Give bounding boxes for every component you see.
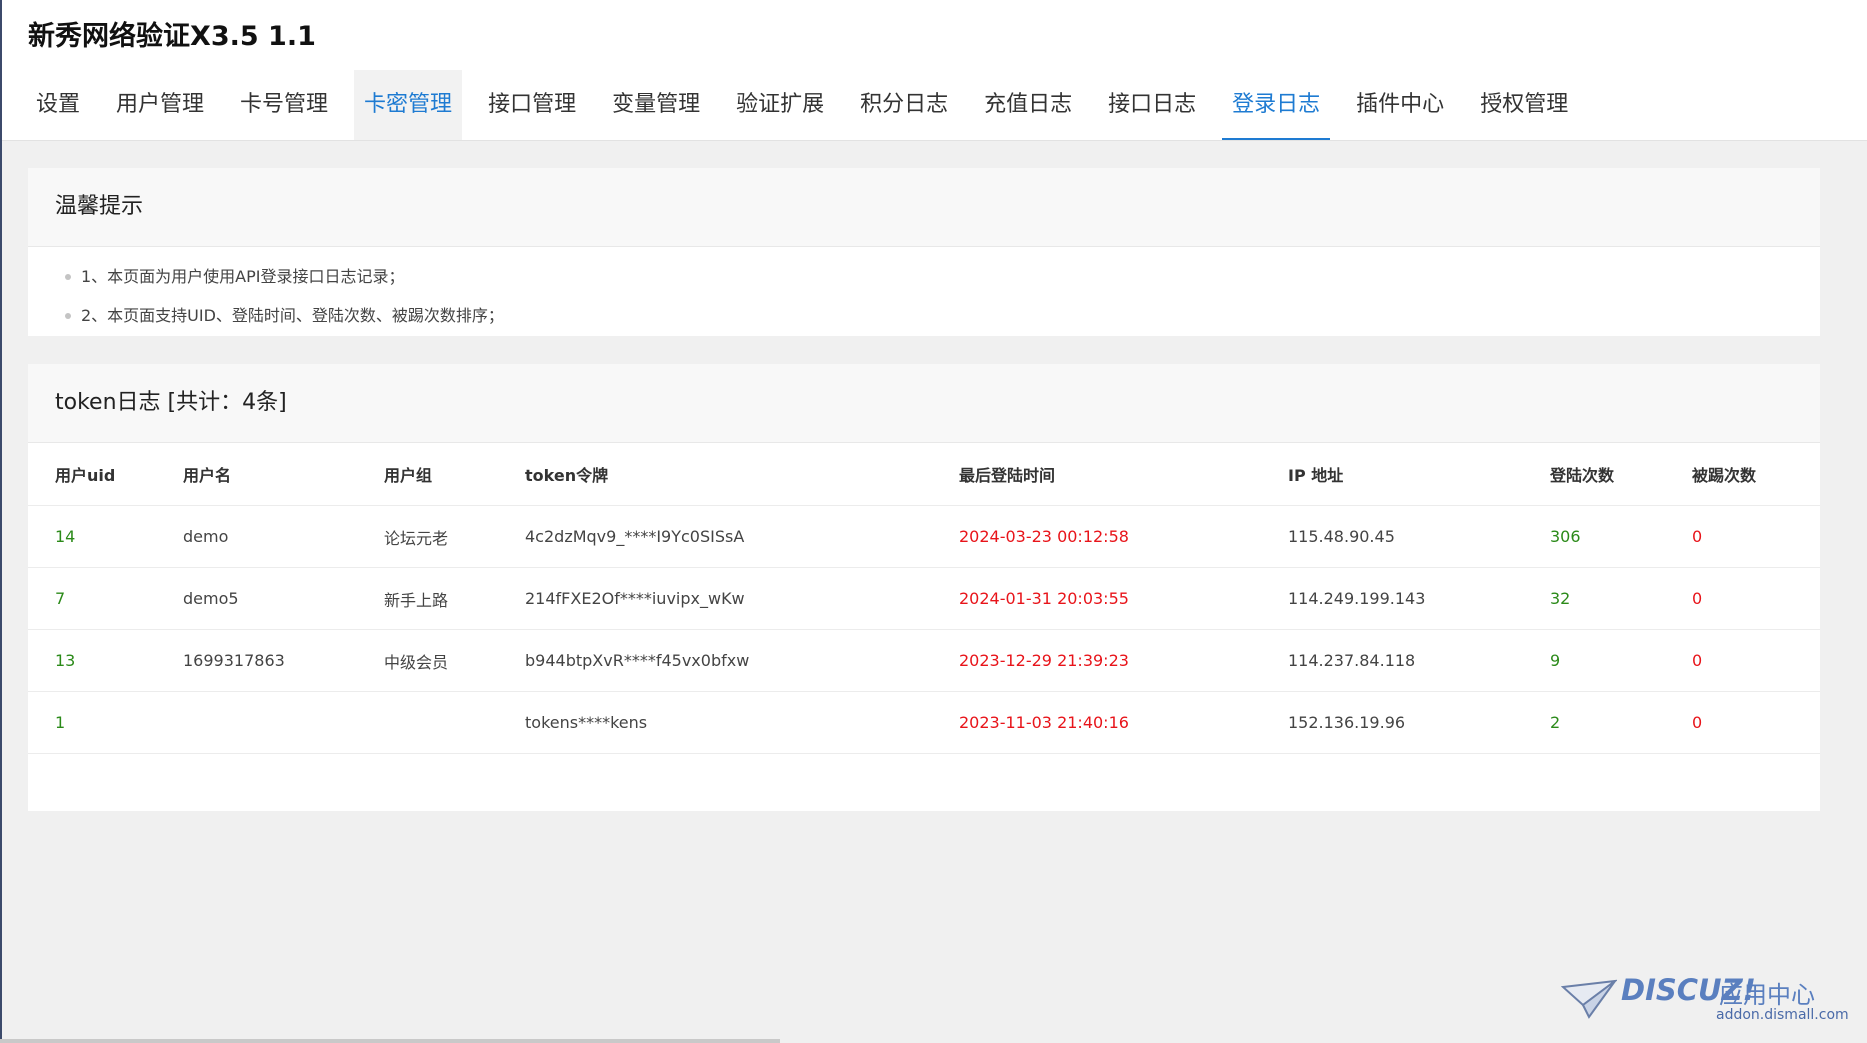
token-log-title: token日志 [共计：4条] — [28, 364, 1820, 443]
tips-list: 1、本页面为用户使用API登录接口日志记录； 2、本页面支持UID、登陆时间、登陆… — [28, 247, 1820, 335]
horizontal-scrollbar[interactable] — [0, 1039, 780, 1043]
column-header-group[interactable]: 用户组 — [384, 443, 525, 506]
table-body: 14 demo 论坛元老 4c2dzMqv9_****I9Yc0SISsA 2024-0… — [28, 505, 1820, 816]
nav-tab-11[interactable]: 插件中心 — [1346, 70, 1454, 140]
cell-last-login: 2023-11-03 21:40:16 — [959, 691, 1288, 754]
column-header-uid[interactable]: 用户uid — [28, 443, 183, 506]
nav-tab-7[interactable]: 积分日志 — [850, 70, 958, 140]
token-log-table: 用户uid 用户名 用户组 token令牌 最后登陆时间 IP 地址 登陆次数 被踢次数 14… — [28, 443, 1820, 815]
table-row: 14 demo 论坛元老 4c2dzMqv9_****I9Yc0SISsA 2024-0… — [28, 505, 1820, 568]
cell-login-count: 9 — [1550, 629, 1692, 692]
tip-item: 2、本页面支持UID、登陆时间、登陆次数、被踢次数排序； — [65, 296, 1820, 335]
cell-username: demo5 — [183, 567, 384, 630]
cell-username: 1699317863 — [183, 629, 384, 692]
column-header-token[interactable]: token令牌 — [525, 443, 959, 506]
cell-login-count: 2 — [1550, 691, 1692, 754]
column-header-ip[interactable]: IP 地址 — [1288, 443, 1550, 506]
app-title: 新秀网络验证X3.5 1.1 — [28, 21, 316, 52]
cell-uid: 14 — [28, 505, 183, 568]
cell-ip: 114.249.199.143 — [1288, 567, 1550, 630]
cell-ip: 114.237.84.118 — [1288, 629, 1550, 692]
tip-item: 1、本页面为用户使用API登录接口日志记录； — [65, 257, 1820, 296]
cell-group — [384, 691, 525, 754]
cell-uid: 7 — [28, 567, 183, 630]
cell-kick-count: 0 — [1692, 505, 1820, 568]
main-nav-tabs: 设置 用户管理 卡号管理 卡密管理 接口管理 变量管理 验证扩展 积分日志 充值日志 接口日志 登录… — [26, 70, 1594, 140]
nav-tab-1[interactable]: 用户管理 — [106, 70, 214, 140]
nav-tab-4[interactable]: 接口管理 — [478, 70, 586, 140]
window-left-edge — [0, 0, 2, 1043]
nav-tab-10[interactable]: 登录日志 — [1222, 70, 1331, 140]
table-row: 1 tokens****kens 2023-11-03 21:40:16 152.13… — [28, 691, 1820, 754]
nav-tab-0[interactable]: 设置 — [26, 70, 90, 140]
watermark-subtitle: 应用中心 — [1719, 981, 1815, 1009]
watermark-url: addon.dismall.com — [1716, 1007, 1849, 1023]
nav-tab-2[interactable]: 卡号管理 — [230, 70, 338, 140]
cell-uid: 1 — [28, 691, 183, 754]
cell-group: 中级会员 — [384, 629, 525, 692]
cell-group: 新手上路 — [384, 567, 525, 630]
cell-token: 214fFXE2Of****iuvipx_wKw — [525, 567, 959, 630]
cell-token: tokens****kens — [525, 691, 959, 754]
column-header-kick-count[interactable]: 被踢次数 — [1692, 443, 1820, 506]
column-header-last-login[interactable]: 最后登陆时间 — [959, 443, 1288, 506]
cell-kick-count: 0 — [1692, 629, 1820, 692]
table-empty-space — [28, 754, 1820, 816]
cell-token: 4c2dzMqv9_****I9Yc0SISsA — [525, 505, 959, 568]
cell-ip: 115.48.90.45 — [1288, 505, 1550, 568]
cell-last-login: 2023-12-29 21:39:23 — [959, 629, 1288, 692]
column-header-username[interactable]: 用户名 — [183, 443, 384, 506]
paper-plane-icon — [1561, 979, 1617, 1019]
cell-login-count: 306 — [1550, 505, 1692, 568]
cell-last-login: 2024-03-23 00:12:58 — [959, 505, 1288, 568]
cell-login-count: 32 — [1550, 567, 1692, 630]
nav-tab-12[interactable]: 授权管理 — [1470, 70, 1578, 140]
cell-group: 论坛元老 — [384, 505, 525, 568]
nav-tab-6[interactable]: 验证扩展 — [726, 70, 834, 140]
table-row: 7 demo5 新手上路 214fFXE2Of****iuvipx_wKw 2024-0… — [28, 567, 1820, 630]
cell-token: b944btpXvR****f45vx0bfxw — [525, 629, 959, 692]
tip-text: 2、本页面支持UID、登陆时间、登陆次数、被踢次数排序； — [81, 306, 504, 325]
cell-uid: 13 — [28, 629, 183, 692]
table-row: 13 1699317863 中级会员 b944btpXvR****f45vx0bfxw… — [28, 629, 1820, 692]
nav-tab-3[interactable]: 卡密管理 — [354, 70, 463, 140]
tips-card: 温馨提示 1、本页面为用户使用API登录接口日志记录； 2、本页面支持UID、登陆… — [28, 168, 1820, 336]
nav-tab-8[interactable]: 充值日志 — [974, 70, 1082, 140]
table-header-row: 用户uid 用户名 用户组 token令牌 最后登陆时间 IP 地址 登陆次数 被踢次数 — [28, 443, 1820, 506]
discuz-watermark: DISCUZ! 应用中心 addon.dismall.com — [1561, 973, 1851, 1025]
cell-username: demo — [183, 505, 384, 568]
empty-cell — [28, 754, 1820, 816]
token-log-card: token日志 [共计：4条] 用户uid 用户名 用户组 token令牌 最后登陆时间… — [28, 364, 1820, 811]
top-header: 新秀网络验证X3.5 1.1 设置 用户管理 卡号管理 卡密管理 接口管理 变量管理 验证扩… — [2, 0, 1867, 141]
bullet-dot-icon — [65, 313, 71, 319]
tips-title: 温馨提示 — [28, 168, 1820, 247]
cell-ip: 152.136.19.96 — [1288, 691, 1550, 754]
cell-kick-count: 0 — [1692, 567, 1820, 630]
column-header-login-count[interactable]: 登陆次数 — [1550, 443, 1692, 506]
nav-tab-9[interactable]: 接口日志 — [1098, 70, 1206, 140]
nav-tab-5[interactable]: 变量管理 — [602, 70, 710, 140]
cell-kick-count: 0 — [1692, 691, 1820, 754]
cell-last-login: 2024-01-31 20:03:55 — [959, 567, 1288, 630]
cell-username — [183, 691, 384, 754]
bullet-dot-icon — [65, 274, 71, 280]
tip-text: 1、本页面为用户使用API登录接口日志记录； — [81, 267, 405, 286]
